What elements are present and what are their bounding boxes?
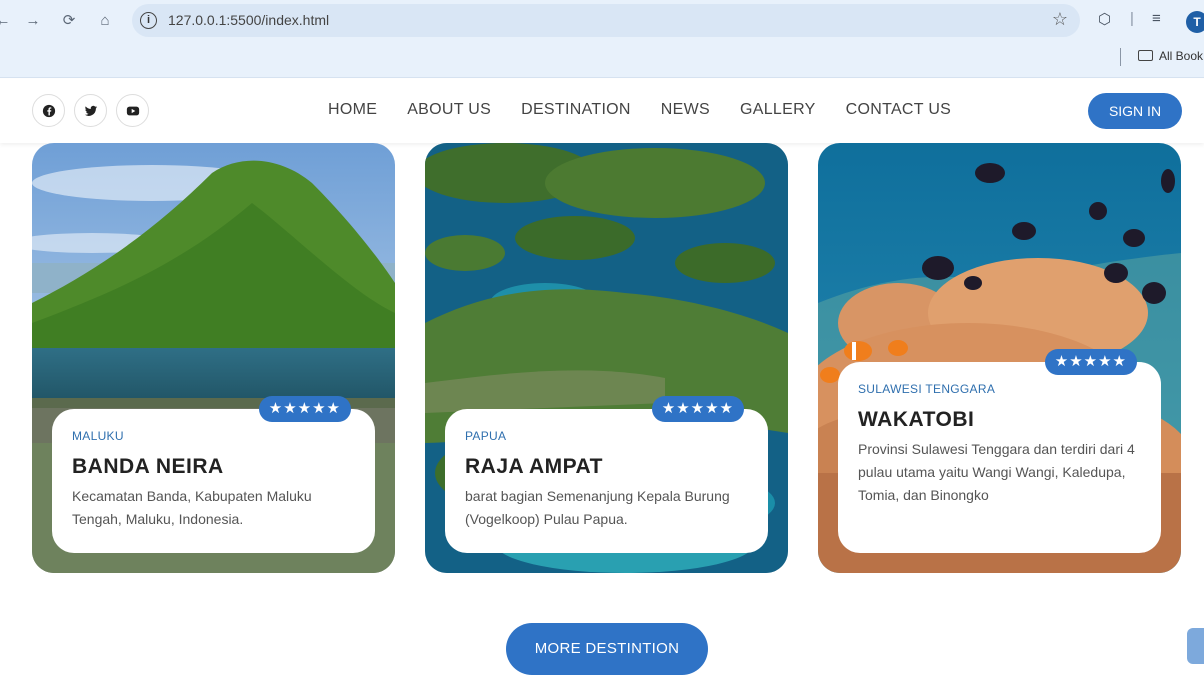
extensions-icon[interactable]: ⬡ bbox=[1098, 10, 1111, 28]
forward-icon[interactable]: → bbox=[22, 10, 44, 32]
toolbar-separator: | bbox=[1130, 10, 1134, 27]
main-menu: HOME ABOUT US DESTINATION NEWS GALLERY C… bbox=[328, 101, 981, 119]
card-info: ★★★★★ SULAWESI TENGGARA WAKATOBI Provins… bbox=[838, 349, 1161, 553]
card-region: PAPUA bbox=[465, 429, 507, 443]
card-title: WAKATOBI bbox=[858, 408, 975, 431]
url-text[interactable]: 127.0.0.1:5500/index.html bbox=[168, 12, 329, 28]
site-info-icon[interactable]: i bbox=[140, 12, 157, 29]
card-description: barat bagian Semenanjung Kepala Burung (… bbox=[465, 488, 730, 527]
destination-card-raja-ampat[interactable]: ★★★★★ PAPUA RAJA AMPAT barat bagian Seme… bbox=[425, 143, 788, 573]
card-info: ★★★★★ PAPUA RAJA AMPAT barat bagian Seme… bbox=[445, 396, 768, 553]
bookmark-star-icon[interactable]: ☆ bbox=[1052, 9, 1068, 30]
card-region: MALUKU bbox=[72, 429, 124, 443]
card-info: ★★★★★ MALUKU BANDA NEIRA Kecamatan Banda… bbox=[52, 396, 375, 553]
youtube-icon bbox=[126, 106, 139, 115]
folder-icon bbox=[1138, 50, 1153, 61]
card-region: SULAWESI TENGGARA bbox=[858, 382, 996, 396]
bookmarks-separator bbox=[1120, 48, 1121, 66]
browser-chrome: ← → ⟳ ⌂ i 127.0.0.1:5500/index.html ☆ ⬡ … bbox=[0, 0, 1204, 78]
reading-list-icon[interactable]: ≡ bbox=[1152, 10, 1161, 27]
menu-destination[interactable]: DESTINATION bbox=[521, 101, 631, 119]
home-icon[interactable]: ⌂ bbox=[94, 10, 116, 32]
scroll-to-top-button[interactable] bbox=[1187, 628, 1204, 664]
twitter-icon bbox=[84, 105, 97, 116]
menu-news[interactable]: NEWS bbox=[661, 101, 710, 119]
card-description: Provinsi Sulawesi Tenggara dan terdiri d… bbox=[858, 441, 1135, 503]
all-bookmarks[interactable]: All Book bbox=[1138, 49, 1203, 63]
card-title: RAJA AMPAT bbox=[465, 455, 603, 478]
youtube-link[interactable] bbox=[116, 94, 149, 127]
more-destination-button[interactable]: MORE DESTINTION bbox=[506, 623, 708, 675]
menu-contact-us[interactable]: CONTACT US bbox=[846, 101, 952, 119]
rating-badge: ★★★★★ bbox=[651, 396, 744, 422]
all-bookmarks-label: All Book bbox=[1159, 49, 1204, 63]
destination-card-wakatobi[interactable]: ★★★★★ SULAWESI TENGGARA WAKATOBI Provins… bbox=[818, 143, 1181, 573]
sign-in-button[interactable]: SIGN IN bbox=[1088, 93, 1182, 129]
menu-gallery[interactable]: GALLERY bbox=[740, 101, 816, 119]
facebook-link[interactable] bbox=[32, 94, 65, 127]
twitter-link[interactable] bbox=[74, 94, 107, 127]
destination-card-banda-neira[interactable]: ★★★★★ MALUKU BANDA NEIRA Kecamatan Banda… bbox=[32, 143, 395, 573]
facebook-icon bbox=[42, 104, 55, 117]
reload-icon[interactable]: ⟳ bbox=[58, 10, 80, 32]
card-title: BANDA NEIRA bbox=[72, 455, 224, 478]
address-bar[interactable]: i 127.0.0.1:5500/index.html ☆ bbox=[132, 4, 1080, 37]
menu-home[interactable]: HOME bbox=[328, 101, 377, 119]
menu-about-us[interactable]: ABOUT US bbox=[407, 101, 491, 119]
card-description: Kecamatan Banda, Kabupaten Maluku Tengah… bbox=[72, 488, 312, 527]
rating-badge: ★★★★★ bbox=[1044, 349, 1137, 375]
site-header: HOME ABOUT US DESTINATION NEWS GALLERY C… bbox=[0, 79, 1204, 143]
rating-badge: ★★★★★ bbox=[258, 396, 351, 422]
profile-avatar[interactable]: T bbox=[1186, 11, 1204, 33]
back-icon[interactable]: ← bbox=[0, 10, 14, 32]
